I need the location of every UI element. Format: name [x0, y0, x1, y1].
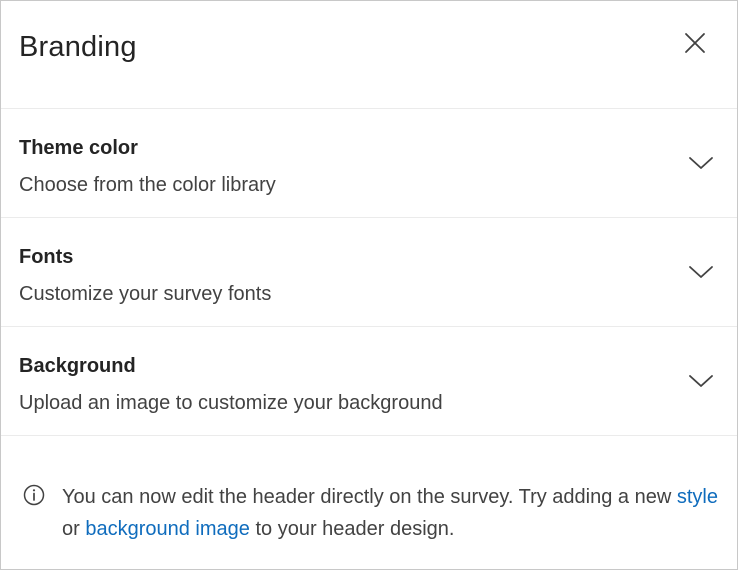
- info-icon: [23, 484, 45, 506]
- close-button[interactable]: [681, 29, 709, 57]
- chevron-down-icon: [689, 375, 713, 387]
- style-link[interactable]: style: [677, 486, 718, 508]
- panel-header: Branding: [1, 1, 737, 109]
- section-subtitle: Customize your survey fonts: [19, 283, 272, 305]
- section-background[interactable]: Background Upload an image to customize …: [1, 327, 737, 436]
- expand-fonts-button[interactable]: [687, 262, 715, 282]
- background-image-link[interactable]: background image: [85, 518, 250, 540]
- chevron-down-icon: [689, 157, 713, 169]
- branding-panel: Branding Theme color Choose from the col…: [0, 0, 738, 570]
- section-title: Background: [19, 355, 136, 377]
- info-text-middle: or: [62, 518, 86, 540]
- close-icon: [685, 33, 705, 53]
- panel-title: Branding: [19, 31, 137, 63]
- section-title: Theme color: [19, 137, 138, 159]
- section-title: Fonts: [19, 246, 74, 268]
- section-subtitle: Choose from the color library: [19, 174, 276, 196]
- info-text: You can now edit the header directly on …: [62, 481, 732, 545]
- section-subtitle: Upload an image to customize your backgr…: [19, 392, 443, 414]
- expand-background-button[interactable]: [687, 371, 715, 391]
- section-theme-color[interactable]: Theme color Choose from the color librar…: [1, 109, 737, 218]
- info-text-before: You can now edit the header directly on …: [62, 486, 677, 508]
- chevron-down-icon: [689, 266, 713, 278]
- expand-theme-color-button[interactable]: [687, 153, 715, 173]
- info-text-after: to your header design.: [249, 518, 455, 540]
- info-message: You can now edit the header directly on …: [19, 481, 731, 545]
- section-fonts[interactable]: Fonts Customize your survey fonts: [1, 218, 737, 327]
